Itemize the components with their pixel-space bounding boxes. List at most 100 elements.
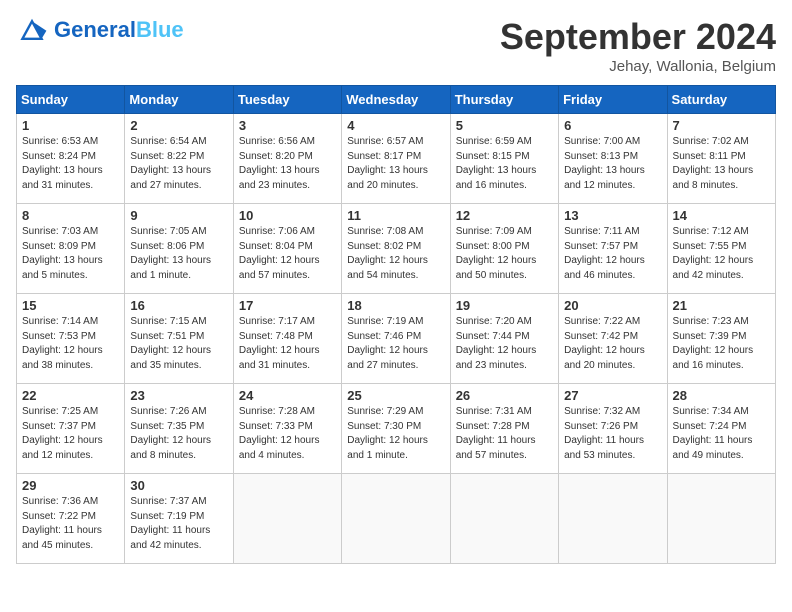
calendar-cell: 2Sunrise: 6:54 AM Sunset: 8:22 PM Daylig… [125, 114, 233, 204]
logo: GeneralBlue [16, 16, 184, 44]
col-friday: Friday [559, 86, 667, 114]
day-number: 6 [564, 118, 661, 133]
calendar-cell: 14 Sunrise: 7:12 AM Sunset: 7:55 PM Dayli… [667, 204, 775, 294]
day-number: 19 [456, 298, 553, 313]
calendar-cell: 17 Sunrise: 7:17 AM Sunset: 7:48 PM Dayli… [233, 294, 341, 384]
day-number: 4 [347, 118, 444, 133]
day-number: 11 [347, 208, 444, 223]
logo-icon [16, 16, 48, 44]
day-number: 10 [239, 208, 336, 223]
day-number: 18 [347, 298, 444, 313]
day-info: Sunrise: 7:14 AM Sunset: 7:53 PM Dayligh… [22, 315, 119, 373]
calendar-cell [233, 474, 341, 564]
calendar-cell: 29 Sunrise: 7:36 AM Sunset: 7:22 PM Dayli… [17, 474, 125, 564]
day-number: 12 [456, 208, 553, 223]
day-info: Sunrise: 7:34 AM Sunset: 7:24 PM Dayligh… [673, 405, 770, 463]
calendar-cell [450, 474, 558, 564]
calendar-cell: 30 Sunrise: 7:37 AM Sunset: 7:19 PM Dayli… [125, 474, 233, 564]
day-number: 23 [130, 388, 227, 403]
calendar-cell: 21 Sunrise: 7:23 AM Sunset: 7:39 PM Dayli… [667, 294, 775, 384]
calendar-header-row: Sunday Monday Tuesday Wednesday Thursday… [17, 86, 776, 114]
calendar-cell: 1Sunrise: 6:53 AM Sunset: 8:24 PM Daylig… [17, 114, 125, 204]
day-number: 30 [130, 478, 227, 493]
calendar-cell: 12 Sunrise: 7:09 AM Sunset: 8:00 PM Dayli… [450, 204, 558, 294]
col-tuesday: Tuesday [233, 86, 341, 114]
calendar-cell: 9 Sunrise: 7:05 AM Sunset: 8:06 PM Daylig… [125, 204, 233, 294]
calendar-cell [342, 474, 450, 564]
calendar-cell: 27Sunrise: 7:32 AM Sunset: 7:26 PM Dayli… [559, 384, 667, 474]
day-info: Sunrise: 7:03 AM Sunset: 8:09 PM Dayligh… [22, 225, 119, 283]
day-info: Sunrise: 6:59 AM Sunset: 8:15 PM Dayligh… [456, 135, 553, 193]
calendar-cell: 26Sunrise: 7:31 AM Sunset: 7:28 PM Dayli… [450, 384, 558, 474]
day-info: Sunrise: 7:00 AM Sunset: 8:13 PM Dayligh… [564, 135, 661, 193]
day-number: 15 [22, 298, 119, 313]
week-row-4: 22 Sunrise: 7:25 AM Sunset: 7:37 PM Dayli… [17, 384, 776, 474]
calendar-cell: 16Sunrise: 7:15 AM Sunset: 7:51 PM Dayli… [125, 294, 233, 384]
day-info: Sunrise: 6:56 AM Sunset: 8:20 PM Dayligh… [239, 135, 336, 193]
day-info: Sunrise: 7:06 AM Sunset: 8:04 PM Dayligh… [239, 225, 336, 283]
day-info: Sunrise: 7:28 AM Sunset: 7:33 PM Dayligh… [239, 405, 336, 463]
day-number: 17 [239, 298, 336, 313]
day-number: 1 [22, 118, 119, 133]
calendar-cell: 28 Sunrise: 7:34 AM Sunset: 7:24 PM Dayli… [667, 384, 775, 474]
calendar-cell [667, 474, 775, 564]
day-info: Sunrise: 7:22 AM Sunset: 7:42 PM Dayligh… [564, 315, 661, 373]
day-info: Sunrise: 6:54 AM Sunset: 8:22 PM Dayligh… [130, 135, 227, 193]
day-info: Sunrise: 7:25 AM Sunset: 7:37 PM Dayligh… [22, 405, 119, 463]
logo-text: GeneralBlue [54, 19, 184, 41]
day-number: 5 [456, 118, 553, 133]
day-number: 20 [564, 298, 661, 313]
title-block: September 2024 Jehay, Wallonia, Belgium [500, 16, 776, 75]
day-number: 16 [130, 298, 227, 313]
day-number: 8 [22, 208, 119, 223]
page-header: GeneralBlue September 2024 Jehay, Wallon… [16, 16, 776, 75]
col-thursday: Thursday [450, 86, 558, 114]
calendar-cell: 24 Sunrise: 7:28 AM Sunset: 7:33 PM Dayli… [233, 384, 341, 474]
calendar-cell: 22 Sunrise: 7:25 AM Sunset: 7:37 PM Dayli… [17, 384, 125, 474]
day-info: Sunrise: 7:12 AM Sunset: 7:55 PM Dayligh… [673, 225, 770, 283]
month-title: September 2024 [500, 16, 776, 58]
calendar-cell: 5 Sunrise: 6:59 AM Sunset: 8:15 PM Daylig… [450, 114, 558, 204]
day-info: Sunrise: 7:23 AM Sunset: 7:39 PM Dayligh… [673, 315, 770, 373]
calendar-cell: 10 Sunrise: 7:06 AM Sunset: 8:04 PM Dayli… [233, 204, 341, 294]
day-info: Sunrise: 7:09 AM Sunset: 8:00 PM Dayligh… [456, 225, 553, 283]
calendar-cell: 15 Sunrise: 7:14 AM Sunset: 7:53 PM Dayli… [17, 294, 125, 384]
calendar-cell: 23 Sunrise: 7:26 AM Sunset: 7:35 PM Dayli… [125, 384, 233, 474]
col-saturday: Saturday [667, 86, 775, 114]
day-info: Sunrise: 7:19 AM Sunset: 7:46 PM Dayligh… [347, 315, 444, 373]
day-info: Sunrise: 7:11 AM Sunset: 7:57 PM Dayligh… [564, 225, 661, 283]
col-monday: Monday [125, 86, 233, 114]
day-info: Sunrise: 6:57 AM Sunset: 8:17 PM Dayligh… [347, 135, 444, 193]
day-number: 7 [673, 118, 770, 133]
calendar-cell: 7 Sunrise: 7:02 AM Sunset: 8:11 PM Daylig… [667, 114, 775, 204]
col-wednesday: Wednesday [342, 86, 450, 114]
day-info: Sunrise: 7:20 AM Sunset: 7:44 PM Dayligh… [456, 315, 553, 373]
calendar-cell: 8 Sunrise: 7:03 AM Sunset: 8:09 PM Daylig… [17, 204, 125, 294]
day-number: 3 [239, 118, 336, 133]
day-number: 24 [239, 388, 336, 403]
location: Jehay, Wallonia, Belgium [500, 58, 776, 75]
day-info: Sunrise: 7:17 AM Sunset: 7:48 PM Dayligh… [239, 315, 336, 373]
col-sunday: Sunday [17, 86, 125, 114]
day-info: Sunrise: 7:37 AM Sunset: 7:19 PM Dayligh… [130, 495, 227, 553]
day-info: Sunrise: 7:02 AM Sunset: 8:11 PM Dayligh… [673, 135, 770, 193]
day-number: 21 [673, 298, 770, 313]
calendar-cell: 11 Sunrise: 7:08 AM Sunset: 8:02 PM Dayli… [342, 204, 450, 294]
day-info: Sunrise: 7:31 AM Sunset: 7:28 PM Dayligh… [456, 405, 553, 463]
week-row-2: 8 Sunrise: 7:03 AM Sunset: 8:09 PM Daylig… [17, 204, 776, 294]
day-number: 28 [673, 388, 770, 403]
day-number: 22 [22, 388, 119, 403]
day-info: Sunrise: 7:26 AM Sunset: 7:35 PM Dayligh… [130, 405, 227, 463]
week-row-1: 1Sunrise: 6:53 AM Sunset: 8:24 PM Daylig… [17, 114, 776, 204]
day-info: Sunrise: 7:36 AM Sunset: 7:22 PM Dayligh… [22, 495, 119, 553]
calendar-cell: 18 Sunrise: 7:19 AM Sunset: 7:46 PM Dayli… [342, 294, 450, 384]
day-number: 9 [130, 208, 227, 223]
calendar-table: Sunday Monday Tuesday Wednesday Thursday… [16, 85, 776, 564]
day-info: Sunrise: 7:05 AM Sunset: 8:06 PM Dayligh… [130, 225, 227, 283]
day-info: Sunrise: 7:08 AM Sunset: 8:02 PM Dayligh… [347, 225, 444, 283]
day-number: 14 [673, 208, 770, 223]
calendar-cell [559, 474, 667, 564]
calendar-cell: 20 Sunrise: 7:22 AM Sunset: 7:42 PM Dayli… [559, 294, 667, 384]
day-info: Sunrise: 7:32 AM Sunset: 7:26 PM Dayligh… [564, 405, 661, 463]
day-number: 29 [22, 478, 119, 493]
